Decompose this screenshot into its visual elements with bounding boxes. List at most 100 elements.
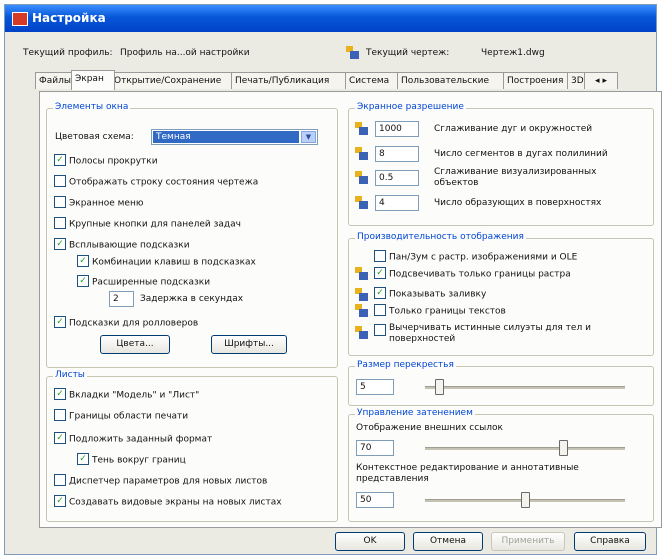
- tab-plot-publish[interactable]: Печать/Публикация: [231, 72, 351, 89]
- checkbox-box[interactable]: [54, 474, 66, 486]
- contour-lines-label: Число образующих в поверхностях: [434, 198, 602, 208]
- drawing-setting-icon: [354, 266, 368, 280]
- current-profile-value: Профиль на...ой настройки: [120, 48, 250, 58]
- display-resolution-group: Экранное разрешение 1000 Сглаживание дуг…: [348, 102, 654, 226]
- checkbox-box[interactable]: ✓: [374, 267, 386, 279]
- apply-solid-fill-checkbox[interactable]: ✓ Показывать заливку: [374, 287, 486, 300]
- create-viewport-checkbox[interactable]: ✓ Создавать видовые экраны на новых листа…: [54, 495, 282, 508]
- layout-elements-title: Листы: [53, 370, 87, 380]
- screen-menu-checkbox[interactable]: Экранное меню: [54, 196, 143, 209]
- paper-background-checkbox[interactable]: ✓ Подложить заданный формат: [54, 432, 212, 445]
- checkbox-box[interactable]: [374, 250, 386, 262]
- window-elements-group: Элементы окна Цветовая схема: Темная ▼ ✓…: [46, 102, 338, 368]
- tab-drafting[interactable]: Построения: [503, 72, 573, 89]
- crosshair-size-group: Размер перекрестья 5: [348, 360, 654, 406]
- tab-scroll-arrows[interactable]: ◂ ▸: [584, 72, 618, 89]
- checkbox-box[interactable]: [54, 196, 66, 208]
- arc-smoothness-label: Сглаживание дуг и окружностей: [434, 124, 593, 134]
- checkbox-box[interactable]: ✓: [54, 495, 66, 507]
- contour-lines-input[interactable]: 4: [375, 195, 419, 211]
- checkbox-box[interactable]: [374, 324, 386, 336]
- layout-elements-group: Листы ✓ Вкладки "Модель" и "Лист" Границы…: [46, 370, 338, 522]
- drawing-icon: [345, 45, 359, 59]
- true-silhouettes-checkbox[interactable]: Вычерчивать истинные силуэты для тел и п…: [374, 323, 644, 347]
- page-setup-manager-checkbox[interactable]: Диспетчер параметров для новых листов: [54, 474, 267, 487]
- drawing-setting-icon: [354, 195, 368, 209]
- rendered-smoothness-input[interactable]: 0.5: [375, 170, 419, 186]
- checkbox-box[interactable]: ✓: [54, 316, 66, 328]
- crosshair-size-slider[interactable]: [425, 379, 625, 395]
- checkbox-box[interactable]: ✓: [54, 154, 66, 166]
- chevron-down-icon[interactable]: ▼: [301, 131, 316, 143]
- xref-fade-slider[interactable]: [425, 440, 625, 456]
- fonts-button[interactable]: Шрифты...: [211, 335, 287, 354]
- polyline-segments-input[interactable]: 8: [375, 146, 419, 162]
- extended-tooltips-checkbox[interactable]: ✓ Расширенные подсказки: [77, 275, 210, 288]
- chevron-right-icon[interactable]: ▸: [602, 76, 607, 86]
- title-bar[interactable]: Настройка: [5, 5, 656, 32]
- drawing-setting-icon: [354, 287, 368, 301]
- highlight-raster-frame-checkbox[interactable]: ✓ Подсвечивать только границы растра: [374, 267, 571, 280]
- checkbox-box[interactable]: ✓: [77, 275, 89, 287]
- display-resolution-title: Экранное разрешение: [355, 102, 466, 112]
- color-scheme-label: Цветовая схема:: [55, 132, 134, 142]
- drawing-setting-icon: [354, 303, 368, 317]
- help-button[interactable]: Справка: [574, 532, 646, 551]
- fade-control-group: Управление затенением Отображение внешни…: [348, 408, 654, 522]
- tab-display[interactable]: Экран: [71, 70, 115, 90]
- colors-button[interactable]: Цвета...: [100, 335, 170, 354]
- arc-smoothness-input[interactable]: 1000: [375, 121, 419, 137]
- display-performance-group: Производительность отображения Пан/Зум с…: [348, 232, 654, 356]
- crosshair-size-title: Размер перекрестья: [355, 360, 456, 370]
- in-place-edit-slider[interactable]: [425, 492, 625, 508]
- checkbox-box[interactable]: ✓: [54, 388, 66, 400]
- checkbox-box[interactable]: [374, 304, 386, 316]
- tab-open-save[interactable]: Открытие/Сохранение: [110, 72, 237, 89]
- ok-button[interactable]: OK: [335, 532, 405, 551]
- rendered-smoothness-label: Сглаживание визуализированных объектов: [434, 167, 597, 188]
- checkbox-box[interactable]: [54, 175, 66, 187]
- window-elements-title: Элементы окна: [53, 102, 131, 112]
- scrollbars-checkbox[interactable]: ✓ Полосы прокрутки: [54, 154, 158, 167]
- tab-user-preferences[interactable]: Пользовательские: [397, 72, 509, 89]
- checkbox-box[interactable]: ✓: [77, 453, 89, 465]
- tab-system[interactable]: Система: [345, 72, 403, 89]
- drawing-setting-icon: [354, 121, 368, 135]
- in-place-edit-input[interactable]: 50: [356, 492, 394, 508]
- apply-button[interactable]: Применить: [491, 532, 565, 551]
- checkbox-box[interactable]: [54, 409, 66, 421]
- polyline-segments-label: Число сегментов в дугах полилиний: [434, 149, 608, 159]
- xref-display-label: Отображение внешних ссылок: [356, 423, 503, 433]
- drawing-setting-icon: [354, 146, 368, 160]
- checkbox-box[interactable]: ✓: [54, 238, 66, 250]
- current-drawing-value: Чертеж1.dwg: [481, 48, 545, 58]
- slider-thumb[interactable]: [435, 379, 444, 395]
- shortcut-keys-checkbox[interactable]: ✓ Комбинации клавиш в подсказках: [77, 255, 256, 268]
- crosshair-size-input[interactable]: 5: [356, 379, 394, 395]
- options-dialog: Настройка Текущий профиль: Профиль на...…: [4, 4, 662, 555]
- display-performance-title: Производительность отображения: [355, 232, 526, 242]
- slider-thumb[interactable]: [559, 440, 568, 456]
- xref-display-input[interactable]: 70: [356, 440, 394, 456]
- paper-shadow-checkbox[interactable]: ✓ Тень вокруг границ: [77, 453, 186, 466]
- model-layout-tabs-checkbox[interactable]: ✓ Вкладки "Модель" и "Лист": [54, 388, 199, 401]
- text-boundary-checkbox[interactable]: Только границы текстов: [374, 304, 506, 317]
- slider-track: [425, 386, 625, 389]
- checkbox-box[interactable]: ✓: [374, 287, 386, 299]
- checkbox-box[interactable]: [54, 217, 66, 229]
- chevron-left-icon[interactable]: ◂: [595, 76, 600, 86]
- checkbox-box[interactable]: ✓: [77, 255, 89, 267]
- rollover-tooltips-checkbox[interactable]: ✓ Подсказки для ролловеров: [54, 316, 198, 329]
- printable-area-checkbox[interactable]: Границы области печати: [54, 409, 188, 422]
- cancel-button[interactable]: Отмена: [413, 532, 483, 551]
- status-bar-checkbox[interactable]: Отображать строку состояния чертежа: [54, 175, 258, 188]
- checkbox-box[interactable]: ✓: [54, 432, 66, 444]
- drawing-setting-icon: [354, 170, 368, 184]
- color-scheme-select[interactable]: Темная ▼: [151, 129, 318, 145]
- delay-seconds-input[interactable]: 2: [109, 291, 134, 307]
- current-drawing-label: Текущий чертеж:: [366, 48, 450, 58]
- tooltips-checkbox[interactable]: ✓ Всплывающие подсказки: [54, 238, 190, 251]
- large-buttons-checkbox[interactable]: Крупные кнопки для панелей задач: [54, 217, 241, 230]
- pan-zoom-raster-checkbox[interactable]: Пан/Зум с растр. изображениями и OLE: [374, 250, 577, 263]
- slider-thumb[interactable]: [521, 492, 530, 508]
